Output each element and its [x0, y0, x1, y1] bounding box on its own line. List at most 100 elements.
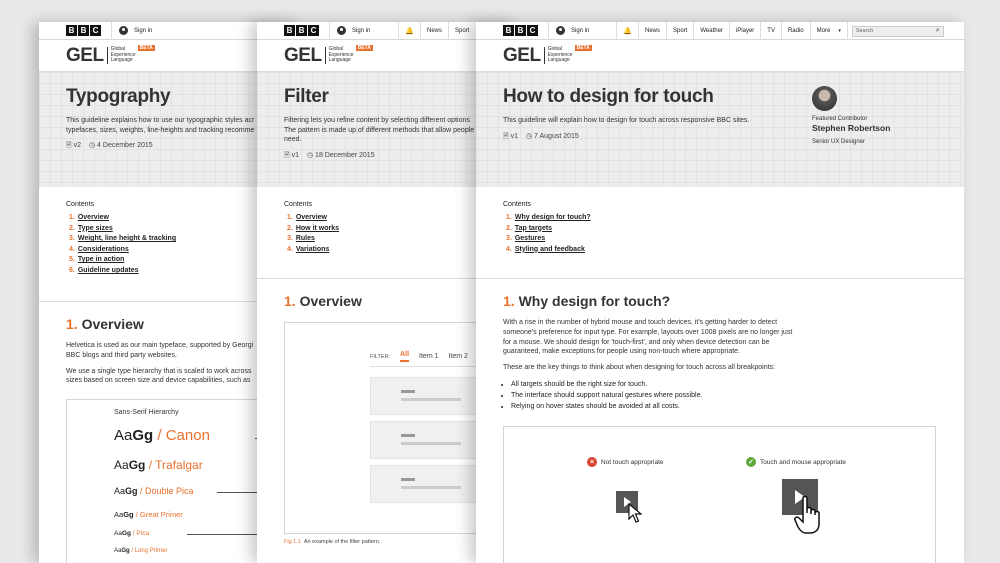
avatar[interactable]	[812, 86, 837, 111]
section-body: With a rise in the number of hybrid mous…	[503, 318, 793, 412]
caption-num: Fig 1.1	[284, 539, 301, 545]
contents-link: Type in action	[77, 256, 125, 264]
contents-num: 5.	[69, 256, 75, 264]
nav-more-label: More	[816, 28, 831, 34]
contents-item[interactable]: 6. Guideline updates	[66, 267, 272, 274]
contents-item[interactable]: 2. Type sizes	[66, 225, 272, 232]
contents-item[interactable]: 3. Weight, line height & tracking	[66, 235, 272, 242]
nav-tv[interactable]: TV	[760, 22, 781, 40]
nav-radio[interactable]: Radio	[780, 22, 810, 40]
contributor-name[interactable]: Stephen Robertson	[812, 123, 890, 133]
contents-item[interactable]: 4. Styling and feedback	[503, 246, 937, 253]
hierarchy-name: / Pica	[132, 530, 150, 537]
contents-item[interactable]: 3. Rules	[284, 235, 490, 242]
contents-item[interactable]: 4. Considerations	[66, 246, 272, 253]
beta-badge: BETA	[574, 45, 592, 51]
sample-bold: Gg	[121, 548, 130, 554]
search-icon[interactable]: ⌕	[936, 27, 940, 35]
contents-link: Guideline updates	[77, 266, 139, 274]
hierarchy-row-pica: Aa Gg / Pica	[114, 530, 149, 537]
text-line: Helvetica is used as our main typeface, …	[66, 342, 254, 349]
hierarchy-row-canon: Aa Gg / Canon	[114, 427, 210, 444]
contents-item[interactable]: 2. How it works	[284, 225, 490, 232]
version-label: v2	[73, 142, 81, 149]
section-num: 1.	[284, 293, 296, 309]
contents-heading: Contents	[66, 201, 95, 208]
contents-item[interactable]: 1. Overview	[66, 214, 272, 221]
placeholder-line	[401, 442, 461, 445]
sign-in-label: Sign in	[134, 27, 153, 34]
nav-news[interactable]: News	[638, 22, 666, 40]
bullet-item: All targets should be the right size for…	[511, 379, 793, 390]
contents-link: Considerations	[77, 245, 129, 253]
contents-item[interactable]: 1. Overview	[284, 214, 490, 221]
gel-subtitle: Global Experience Language	[106, 47, 136, 64]
sign-in-link[interactable]: Sign in	[111, 22, 152, 40]
bbc-logo[interactable]: B B C	[503, 25, 538, 36]
contents-item[interactable]: 4. Variations	[284, 246, 490, 253]
version-label: v1	[291, 151, 299, 159]
sign-in-link[interactable]: Sign in	[548, 22, 589, 40]
filter-tab-all[interactable]: All	[400, 351, 410, 362]
nav-sport[interactable]: Sport	[448, 22, 475, 40]
filter-tab-item-1[interactable]: Item 1	[419, 353, 438, 360]
contents-num: 1.	[69, 214, 75, 221]
contents-item[interactable]: 1. Why design for touch?	[503, 214, 937, 221]
contents-num: 2.	[69, 224, 75, 232]
featured-label: Featured Contributor	[812, 116, 868, 122]
nav-sport[interactable]: Sport	[666, 22, 693, 40]
nav-more[interactable]: More ▾	[809, 22, 847, 40]
bbc-logo[interactable]: B B C	[284, 25, 319, 36]
not-touch-label: Not touch appropriate	[601, 458, 664, 466]
gel-logo[interactable]: GEL	[66, 45, 104, 67]
desc-line: typefaces, sizes, weights, line-heights …	[66, 126, 255, 134]
gel-sub-line: Language	[110, 57, 133, 64]
bbc-top-bar: B B C Sign in 🔔 News Sport Weather iPlay…	[476, 22, 964, 40]
text-line: BBC blogs and third party websites.	[66, 351, 177, 359]
hierarchy-row-great-primer: Aa Gg / Great Primer	[114, 510, 183, 519]
contents-item[interactable]: 3. Gestures	[503, 235, 937, 242]
sample-light: Aa	[114, 530, 122, 537]
gel-logo[interactable]: GEL	[284, 45, 322, 67]
contents-item[interactable]: 2. Tap targets	[503, 225, 937, 232]
filter-tab-item-2[interactable]: Item 2	[448, 353, 467, 360]
filter-bar: FILTER: All Item 1 Item 2	[370, 351, 468, 362]
section-title: Why design for touch?	[518, 293, 671, 309]
contents-link: Why design for touch?	[514, 214, 591, 221]
beta-badge: BETA	[355, 45, 373, 51]
search-input[interactable]: Search ⌕	[851, 25, 944, 37]
gel-logo[interactable]: GEL	[503, 45, 541, 67]
touch-hand-icon	[794, 495, 820, 534]
date: ◷ 7 August 2015	[525, 132, 579, 140]
contents-num: 1.	[506, 214, 512, 221]
contents-link: Gestures	[514, 235, 546, 243]
bbc-letter: B	[515, 25, 526, 36]
nav-weather[interactable]: Weather	[693, 22, 729, 40]
gel-header: GEL Global Experience Language BETA	[476, 40, 964, 72]
sign-in-label: Sign in	[571, 27, 590, 34]
sample-bold: Gg	[121, 530, 131, 537]
notifications-bell-icon[interactable]: 🔔	[616, 22, 638, 40]
placeholder-line	[401, 390, 415, 393]
sample-bold: Gg	[128, 458, 146, 472]
bbc-logo[interactable]: B B C	[66, 25, 101, 36]
page-description: Filtering lets you refine content by sel…	[284, 116, 490, 145]
nav-iplayer[interactable]: iPlayer	[728, 22, 760, 40]
bbc-letter: B	[284, 25, 295, 36]
notifications-bell-icon[interactable]: 🔔	[398, 22, 420, 40]
placeholder-line	[401, 434, 415, 437]
contents-heading: Contents	[284, 201, 313, 208]
version: 🗎 v1	[503, 132, 518, 140]
text-line: We use a single type hierarchy that is s…	[66, 367, 252, 375]
version: 🗎 v2	[66, 142, 81, 149]
contents-item[interactable]: 5. Type in action	[66, 256, 272, 263]
page-meta: 🗎 v2 ◷ 4 December 2015	[66, 141, 272, 152]
hierarchy-name: / Canon	[157, 427, 210, 444]
sample-light: Aa	[114, 510, 124, 519]
nav-news[interactable]: News	[420, 22, 448, 40]
sign-in-link[interactable]: Sign in	[329, 22, 370, 40]
user-icon	[337, 26, 346, 35]
contents-num: 3.	[506, 235, 512, 243]
touch-label: Touch and mouse appropriate	[760, 458, 847, 466]
main-nav: 🔔 News Sport Weather iPlayer TV Radio Mo…	[616, 22, 948, 40]
